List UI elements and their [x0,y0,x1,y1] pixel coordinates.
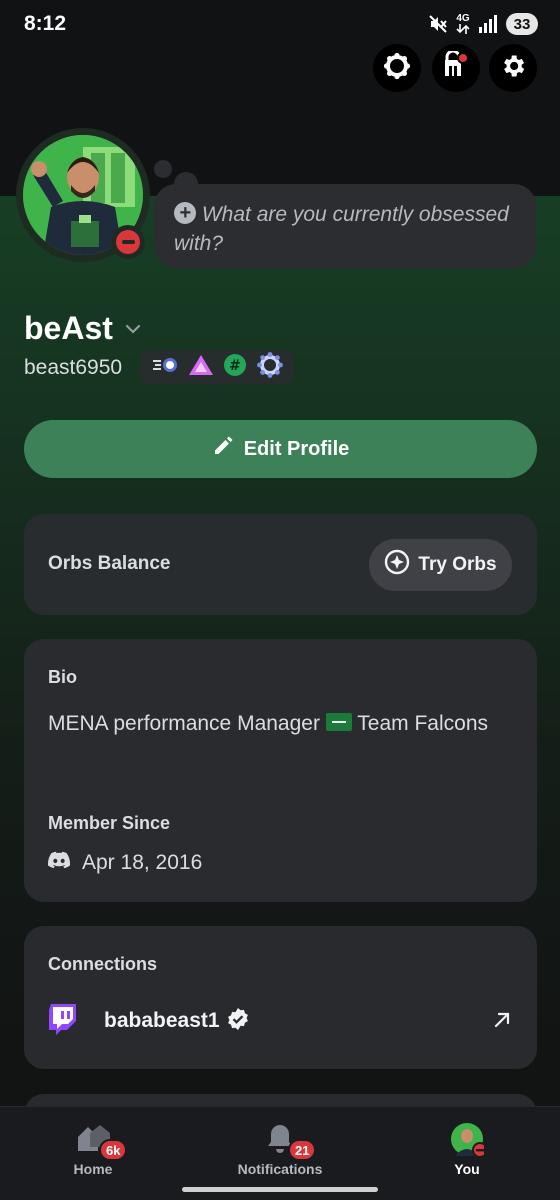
settings-button[interactable] [489,44,537,92]
try-orbs-button[interactable]: Try Orbs [369,539,512,591]
bio-label: Bio [48,667,77,687]
profile-badges[interactable]: # [140,350,294,384]
edit-profile-button[interactable]: Edit Profile [24,420,537,478]
status-placeholder: What are you currently obsessed with? [174,203,509,255]
settings-icon [499,52,527,85]
edit-profile-label: Edit Profile [243,437,350,460]
nitro-icon [383,52,411,85]
boost-badge-icon[interactable] [256,351,284,384]
home-indicator[interactable] [182,1187,378,1192]
connections-card: Connections bababeast1 [24,926,537,1069]
mute-icon [428,14,448,34]
saudi-flag-icon [325,713,352,731]
bottom-navigation: 6k Home 21 Notifications You [0,1106,560,1200]
verified-icon [226,1007,250,1036]
nav-label-home: Home [73,1161,113,1177]
member-since-row: Apr 18, 2016 [48,851,202,875]
connections-label: Connections [48,954,158,974]
nav-item-home[interactable]: 6k Home [23,1121,163,1177]
display-name-switcher[interactable]: beAst [24,310,143,347]
member-since-label: Member Since [48,813,171,833]
try-orbs-label: Try Orbs [418,554,497,575]
network-4g-icon: 4G [456,14,470,34]
twitch-icon [48,1003,78,1040]
bio-text: MENA performance Manager Team Falcons [48,706,488,742]
nitro-button[interactable] [373,44,421,92]
connection-item-twitch[interactable]: bababeast1 [48,1003,513,1040]
orbs-balance-card: Orbs Balance Try Orbs [24,514,537,615]
server-tag-badge-icon[interactable]: # [223,353,247,382]
bio-text-part1: MENA performance Manager [48,712,320,735]
about-card: Bio MENA performance Manager Team Falcon… [24,639,537,902]
hypesquad-badge-icon[interactable] [188,354,214,381]
nitro-speed-badge-icon[interactable] [151,355,179,380]
username: beast6950 [24,356,123,379]
status-icons: 4G 33 [428,13,538,35]
dnd-icon [116,230,140,254]
custom-status-bubble[interactable]: + What are you currently obsessed with? [154,184,536,268]
orbs-balance-label: Orbs Balance [48,553,171,574]
chevron-down-icon [123,310,143,347]
custom-status-text: + What are you currently obsessed with? [174,200,518,258]
member-since-date: Apr 18, 2016 [82,851,203,874]
nav-label-notifications: Notifications [237,1161,323,1177]
home-badge: 6k [99,1139,128,1161]
user-avatar-icon [447,1121,487,1157]
signal-icon [478,15,498,33]
external-link-icon[interactable] [491,1009,513,1036]
bubble-tail-small [154,160,172,178]
nav-label-you: You [454,1161,480,1177]
nav-item-you[interactable]: You [397,1121,537,1177]
shop-icon [441,49,471,86]
nav-item-notifications[interactable]: 21 Notifications [210,1121,350,1177]
connection-account-name: bababeast1 [104,1009,220,1032]
shop-button[interactable] [432,44,480,92]
status-time: 8:12 [24,12,67,35]
svg-text:#: # [229,358,241,374]
add-status-icon: + [174,202,196,224]
battery-icon: 33 [506,13,538,35]
dnd-status-indicator [111,225,145,259]
bio-text-part2: Team Falcons [357,712,488,735]
discord-icon [48,851,71,875]
status-bar: 8:12 4G 33 [0,0,560,48]
display-name: beAst [24,310,113,346]
notifications-badge: 21 [288,1139,317,1161]
orb-icon [384,549,410,581]
pencil-icon [212,435,234,463]
